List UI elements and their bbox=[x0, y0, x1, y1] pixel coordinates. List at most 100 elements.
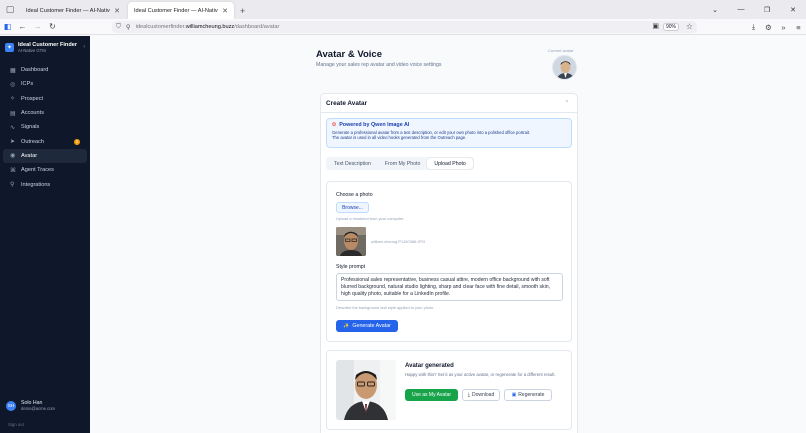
connection-icon[interactable]: ⚲ bbox=[126, 23, 131, 31]
shield-icon[interactable]: ⛉ bbox=[116, 23, 121, 31]
user-box[interactable]: SH Solo Han demo@acme.com bbox=[0, 400, 90, 411]
create-avatar-title: Create Avatar bbox=[326, 100, 368, 107]
send-icon: ➤ bbox=[10, 139, 16, 146]
sidebar-item-prospect[interactable]: ✧ Prospect bbox=[3, 92, 87, 106]
building-icon: ▤ bbox=[10, 110, 16, 117]
generate-avatar-button[interactable]: ✨ Generate Avatar bbox=[336, 320, 398, 332]
sidebar-item-integrations[interactable]: ⚲ Integrations bbox=[3, 177, 87, 191]
upload-hint: Upload a headshot from your computer. bbox=[336, 216, 405, 221]
zoom-level[interactable]: 90% bbox=[662, 23, 679, 31]
user-email: demo@acme.com bbox=[21, 406, 56, 411]
create-avatar-card: Create Avatar ⌃ ❂ Powered by Qwen Image … bbox=[320, 93, 578, 433]
browse-button[interactable]: Browse... bbox=[336, 202, 369, 213]
regenerate-button[interactable]: ▣ Regenerate bbox=[504, 389, 552, 401]
sidebar-item-signals[interactable]: ∿ Signals bbox=[3, 120, 87, 134]
grid-icon: ▦ bbox=[10, 67, 16, 74]
screenshot-icon[interactable]: ▣ bbox=[652, 22, 659, 30]
browser-tab-1[interactable]: Ideal Customer Finder — AI-Native ✕ bbox=[20, 2, 126, 19]
signal-icon: ∿ bbox=[10, 124, 16, 131]
sidebar-item-icps[interactable]: ◎ ICPs bbox=[3, 77, 87, 91]
style-prompt-label: Style prompt bbox=[336, 264, 366, 270]
brand-title: Ideal Customer Finder bbox=[18, 41, 78, 48]
sparkle-icon: ✨ bbox=[343, 323, 350, 329]
result-text: Happy with this? Set it as your active a… bbox=[405, 372, 556, 377]
bookmark-star-icon[interactable]: ☆ bbox=[686, 22, 693, 31]
sparkle-icon: ❂ bbox=[332, 122, 337, 128]
download-icon[interactable]: ⤓ bbox=[746, 22, 761, 32]
info-title: Powered by Qwen Image AI bbox=[339, 122, 410, 128]
sidebar-toggle-icon[interactable]: ◧ bbox=[0, 20, 15, 34]
divider bbox=[321, 112, 577, 113]
brand-subtitle: AI-Native GTM bbox=[18, 47, 46, 53]
style-hint: Describe the background and style applie… bbox=[336, 305, 435, 310]
sidebar-item-label: Dashboard bbox=[21, 67, 49, 74]
menu-icon[interactable]: ≡ bbox=[791, 23, 806, 32]
minimize-icon[interactable]: — bbox=[728, 6, 754, 13]
firefox-view-icon[interactable]: ▢ bbox=[0, 0, 20, 19]
browser-tab-2[interactable]: Ideal Customer Finder — AI-Native ✕ bbox=[128, 2, 234, 19]
close-icon[interactable]: ✕ bbox=[222, 7, 228, 15]
download-label: Download bbox=[471, 392, 495, 398]
reload-icon[interactable]: ↻ bbox=[45, 20, 60, 34]
result-panel: Avatar generated Happy with this? Set it… bbox=[326, 350, 572, 430]
tab-from-my-photo[interactable]: From My Photo bbox=[378, 158, 427, 169]
sidebar-item-label: Signals bbox=[21, 124, 40, 131]
result-title: Avatar generated bbox=[405, 363, 454, 369]
sidebar-item-label: Integrations bbox=[21, 181, 51, 188]
upload-panel: Choose a photo Browse... Upload a headsh… bbox=[326, 181, 572, 342]
toolbar-right: ⤓ ⚙ » ≡ bbox=[746, 19, 806, 35]
plug-icon: ⚲ bbox=[10, 182, 15, 189]
sidebar-item-label: Agent Traces bbox=[21, 167, 54, 174]
back-icon[interactable]: ← bbox=[15, 20, 30, 34]
sidebar-item-accounts[interactable]: ▤ Accounts bbox=[3, 106, 87, 120]
close-icon[interactable]: ✕ bbox=[114, 7, 120, 15]
style-prompt-textarea[interactable]: Professional sales representative, busin… bbox=[336, 273, 563, 301]
uploaded-photo-thumbnail bbox=[336, 227, 366, 256]
tab-upload-photo[interactable]: Upload Photo bbox=[427, 158, 473, 169]
browser-tab-bar: ▢ Ideal Customer Finder — AI-Native ✕ Id… bbox=[0, 0, 806, 19]
overflow-icon[interactable]: » bbox=[776, 23, 791, 32]
download-icon: ⤓ bbox=[467, 392, 470, 398]
generated-avatar-image bbox=[336, 360, 396, 420]
tab-title: Ideal Customer Finder — AI-Native bbox=[26, 7, 111, 14]
sign-out-link[interactable]: Sign out bbox=[8, 422, 24, 427]
info-banner: ❂ Powered by Qwen Image AI Generate a pr… bbox=[326, 118, 572, 148]
tab-text-description[interactable]: Text Description bbox=[327, 158, 378, 169]
current-avatar-image bbox=[552, 55, 577, 80]
sidebar-item-outreach[interactable]: ➤ Outreach 2 bbox=[3, 134, 87, 148]
target-icon: ◎ bbox=[10, 81, 16, 88]
forward-icon[interactable]: → bbox=[30, 20, 45, 34]
user-circle-icon: ◉ bbox=[10, 153, 16, 160]
extensions-icon[interactable]: ⚙ bbox=[761, 23, 776, 32]
brand[interactable]: ✦ Ideal Customer Finder AI-Native GTM ‹ bbox=[0, 36, 90, 58]
sidebar-item-label: Prospect bbox=[21, 95, 44, 102]
use-as-my-avatar-button[interactable]: Use as My Avatar bbox=[405, 389, 458, 401]
sidebar-item-avatar[interactable]: ◉ Avatar bbox=[3, 148, 87, 164]
tab-list-icon[interactable]: ⌄ bbox=[702, 6, 728, 14]
current-avatar-label: Current avatar bbox=[548, 48, 574, 53]
maximize-icon[interactable]: ❐ bbox=[754, 6, 780, 14]
chevron-icon: ‹ bbox=[83, 44, 85, 50]
avatar-source-tabs: Text Description From My Photo Upload Ph… bbox=[326, 157, 474, 170]
choose-photo-label: Choose a photo bbox=[336, 192, 373, 198]
chevron-up-icon[interactable]: ⌃ bbox=[565, 100, 569, 106]
address-bar[interactable]: ⛉ ⚲ idealcustomerfinder. williamcheung.bu… bbox=[112, 21, 697, 33]
trace-icon: ⌘ bbox=[10, 167, 16, 174]
page-subtitle: Manage your sales rep avatar and video v… bbox=[316, 62, 442, 68]
window-close-icon[interactable]: ✕ bbox=[780, 6, 806, 14]
sparkle-icon: ✧ bbox=[10, 96, 16, 103]
uploaded-filename: william.cheung.P1100386.JPG bbox=[371, 239, 426, 244]
main-content: Avatar & Voice Manage your sales rep ava… bbox=[90, 36, 806, 433]
sidebar-item-label: Avatar bbox=[21, 152, 38, 159]
new-tab-icon[interactable]: + bbox=[240, 2, 245, 19]
info-text-2: The avatar is used in all video hooks ge… bbox=[332, 135, 467, 141]
sidebar-item-agent-traces[interactable]: ⌘ Agent Traces bbox=[3, 163, 87, 177]
regenerate-icon: ▣ bbox=[511, 392, 517, 398]
download-button[interactable]: ⤓ Download bbox=[462, 389, 500, 401]
outreach-badge: 2 bbox=[74, 138, 80, 145]
brand-logo-icon: ✦ bbox=[5, 42, 14, 52]
sidebar-nav: ▦ Dashboard ◎ ICPs ✧ Prospect ▤ Accounts… bbox=[0, 63, 90, 192]
sidebar-item-dashboard[interactable]: ▦ Dashboard bbox=[3, 63, 87, 77]
page-title: Avatar & Voice bbox=[316, 49, 382, 60]
avatar: SH bbox=[6, 400, 16, 411]
